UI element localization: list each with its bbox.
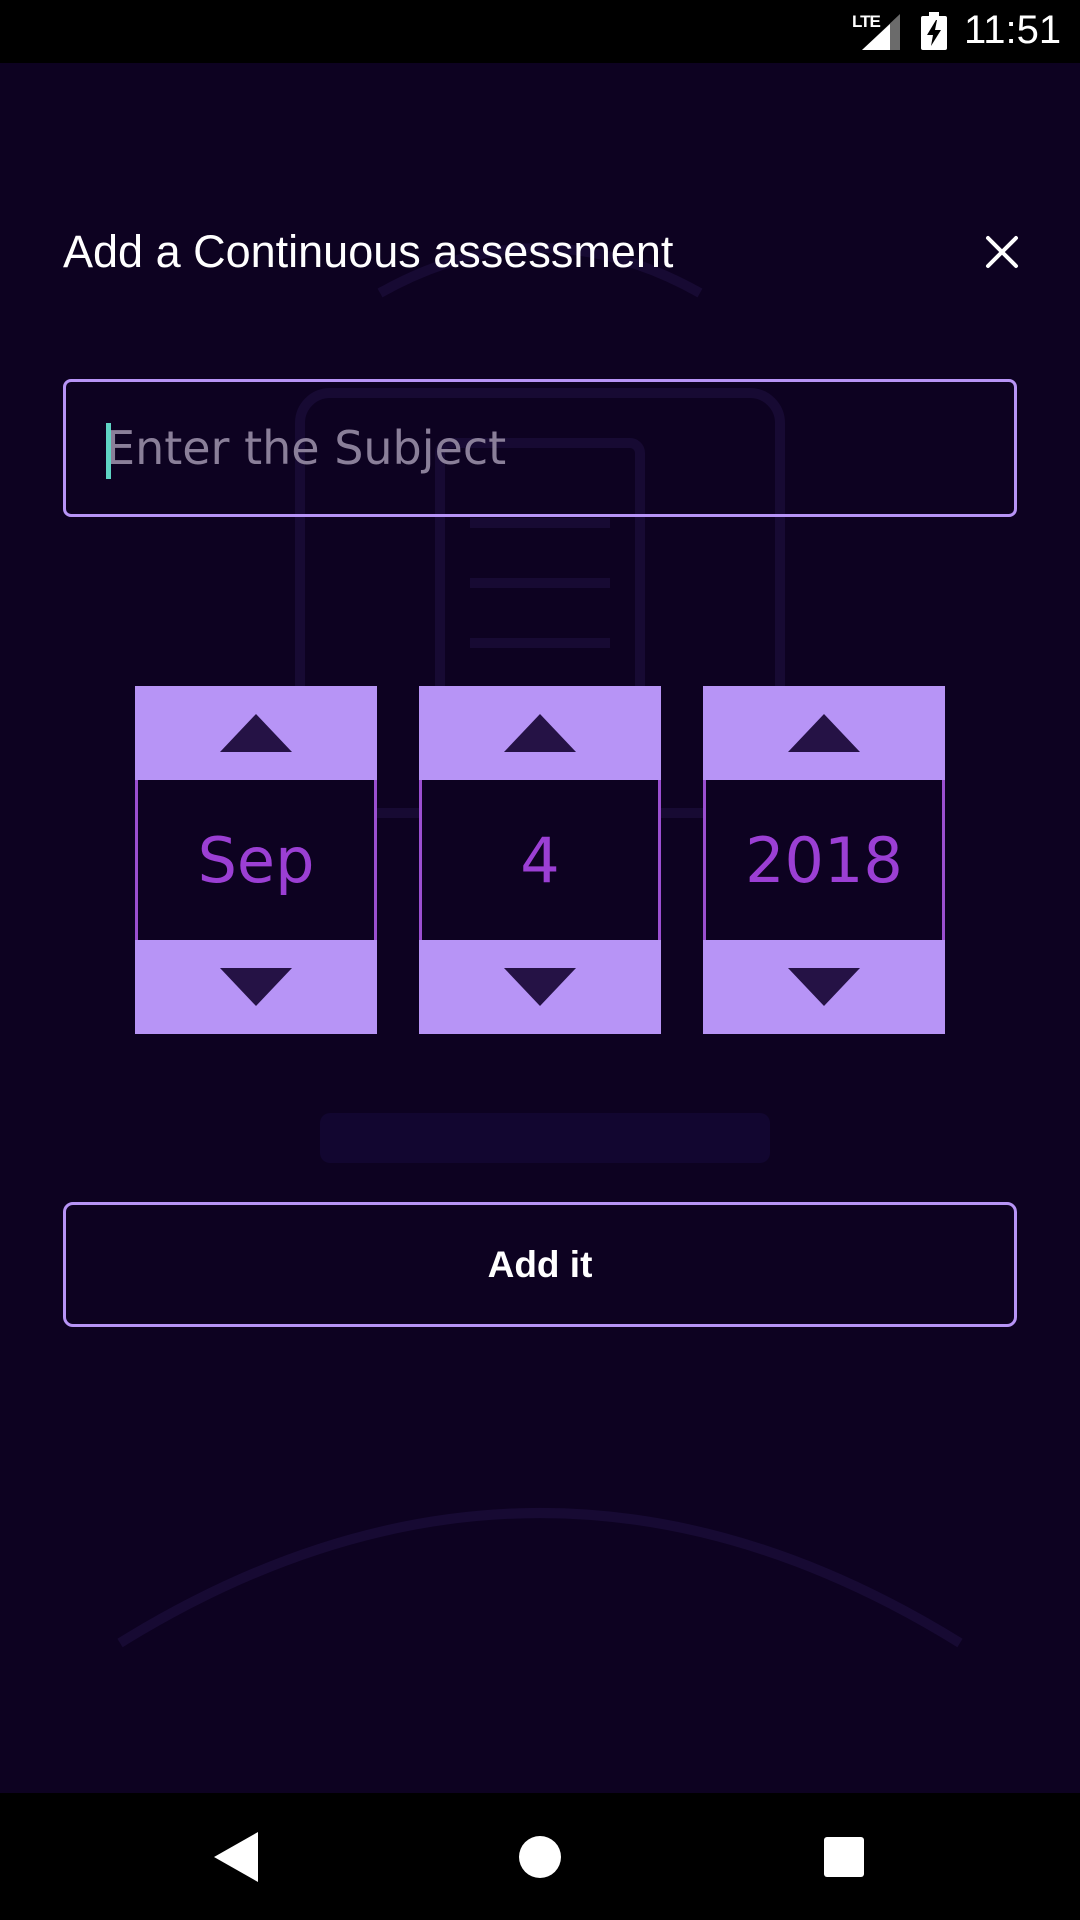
- chevron-up-icon: [788, 714, 860, 752]
- recents-square-icon: [824, 1837, 864, 1877]
- chevron-down-icon: [220, 968, 292, 1006]
- day-picker: 4: [419, 686, 661, 1034]
- year-decrement-button[interactable]: [703, 940, 945, 1034]
- home-circle-icon: [519, 1836, 561, 1878]
- month-increment-button[interactable]: [135, 686, 377, 780]
- month-value: Sep: [197, 823, 315, 897]
- recents-button[interactable]: [808, 1821, 880, 1893]
- text-cursor: [106, 423, 111, 479]
- subject-input[interactable]: [106, 382, 986, 514]
- navigation-bar: [0, 1793, 1080, 1920]
- subject-field[interactable]: [63, 379, 1017, 517]
- day-decrement-button[interactable]: [419, 940, 661, 1034]
- month-decrement-button[interactable]: [135, 940, 377, 1034]
- home-button[interactable]: [504, 1821, 576, 1893]
- month-picker: Sep: [135, 686, 377, 1034]
- add-button[interactable]: Add it: [63, 1202, 1017, 1327]
- signal-icon: [862, 14, 900, 50]
- battery-charging-icon: [921, 12, 947, 50]
- back-triangle-icon: [214, 1832, 258, 1882]
- chevron-up-icon: [220, 714, 292, 752]
- chevron-down-icon: [788, 968, 860, 1006]
- close-button[interactable]: [976, 226, 1028, 278]
- status-bar: LTE 11:51: [0, 0, 1080, 63]
- dialog-title: Add a Continuous assessment: [63, 226, 674, 277]
- day-value-box: 4: [419, 780, 661, 940]
- year-value-box: 2018: [703, 780, 945, 940]
- chevron-down-icon: [504, 968, 576, 1006]
- chevron-up-icon: [504, 714, 576, 752]
- day-value: 4: [520, 823, 560, 897]
- year-value: 2018: [745, 823, 903, 897]
- day-increment-button[interactable]: [419, 686, 661, 780]
- year-picker: 2018: [703, 686, 945, 1034]
- screen: LTE 11:51 Add a Continuous assessment En…: [0, 0, 1080, 1920]
- clock: 11:51: [964, 8, 1062, 52]
- add-button-label: Add it: [487, 1243, 593, 1285]
- month-value-box: Sep: [135, 780, 377, 940]
- back-button[interactable]: [200, 1821, 272, 1893]
- year-increment-button[interactable]: [703, 686, 945, 780]
- close-icon: [986, 236, 1018, 268]
